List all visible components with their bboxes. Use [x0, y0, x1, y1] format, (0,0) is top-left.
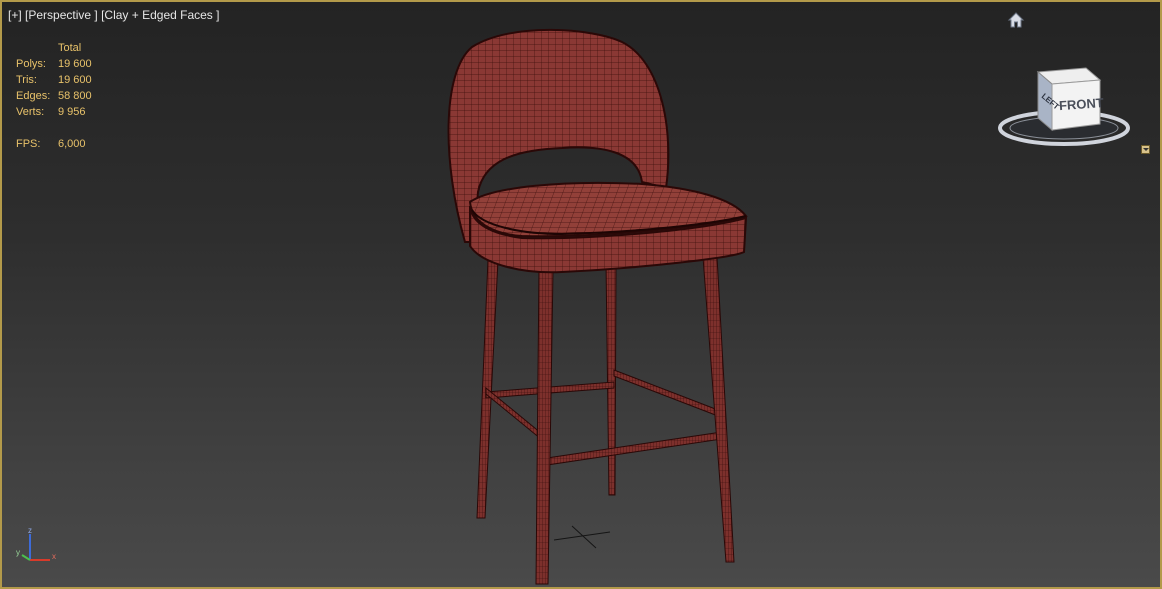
axis-z-label: z: [28, 526, 32, 535]
stats-label: Edges:: [16, 90, 51, 102]
bar-stool-model: [447, 28, 748, 585]
perspective-viewport[interactable]: [+] [Perspective ] [Clay + Edged Faces ]…: [0, 0, 1162, 589]
statistics-overlay: Total Polys: 19 600 Tris: 19 600 Edges: …: [16, 40, 118, 152]
front-left-leg: [535, 269, 554, 585]
stretcher-right: [613, 369, 719, 417]
viewcube[interactable]: FRONT LEFT: [994, 62, 1134, 154]
stats-label: Tris:: [16, 74, 37, 86]
stats-value: 19 600: [58, 58, 92, 70]
stats-header: Total: [58, 42, 82, 54]
stats-row: Polys: 19 600: [16, 56, 118, 72]
stats-value: 9 956: [58, 106, 86, 118]
stats-row: Edges: 58 800: [16, 88, 118, 104]
axis-x-label: x: [52, 552, 56, 561]
fps-row: FPS: 6,000: [16, 136, 118, 152]
stats-label: Verts:: [16, 106, 45, 118]
stats-value: 58 800: [58, 90, 92, 102]
viewcube-front-label: FRONT: [1058, 95, 1104, 113]
viewport-view-menu[interactable]: [Perspective ]: [25, 8, 98, 22]
stretcher-front: [546, 431, 723, 466]
viewport-menu-plus[interactable]: [+]: [8, 8, 22, 22]
back-right-leg: [605, 261, 617, 496]
fps-label: FPS:: [16, 138, 41, 150]
stats-value: 19 600: [58, 74, 92, 86]
viewport-label[interactable]: [+] [Perspective ] [Clay + Edged Faces ]: [8, 8, 219, 22]
stats-row: Tris: 19 600: [16, 72, 118, 88]
axis-y-label: y: [16, 548, 20, 557]
chevron-down-icon[interactable]: [1141, 145, 1150, 154]
stats-label: Polys:: [16, 58, 46, 70]
fps-value: 6,000: [58, 138, 86, 150]
axis-tripod: z x y: [16, 526, 56, 561]
stats-row: Verts: 9 956: [16, 104, 118, 120]
home-icon[interactable]: [1007, 11, 1025, 29]
pivot-gizmo: [553, 525, 611, 549]
viewport-shading-menu[interactable]: [Clay + Edged Faces ]: [101, 8, 219, 22]
